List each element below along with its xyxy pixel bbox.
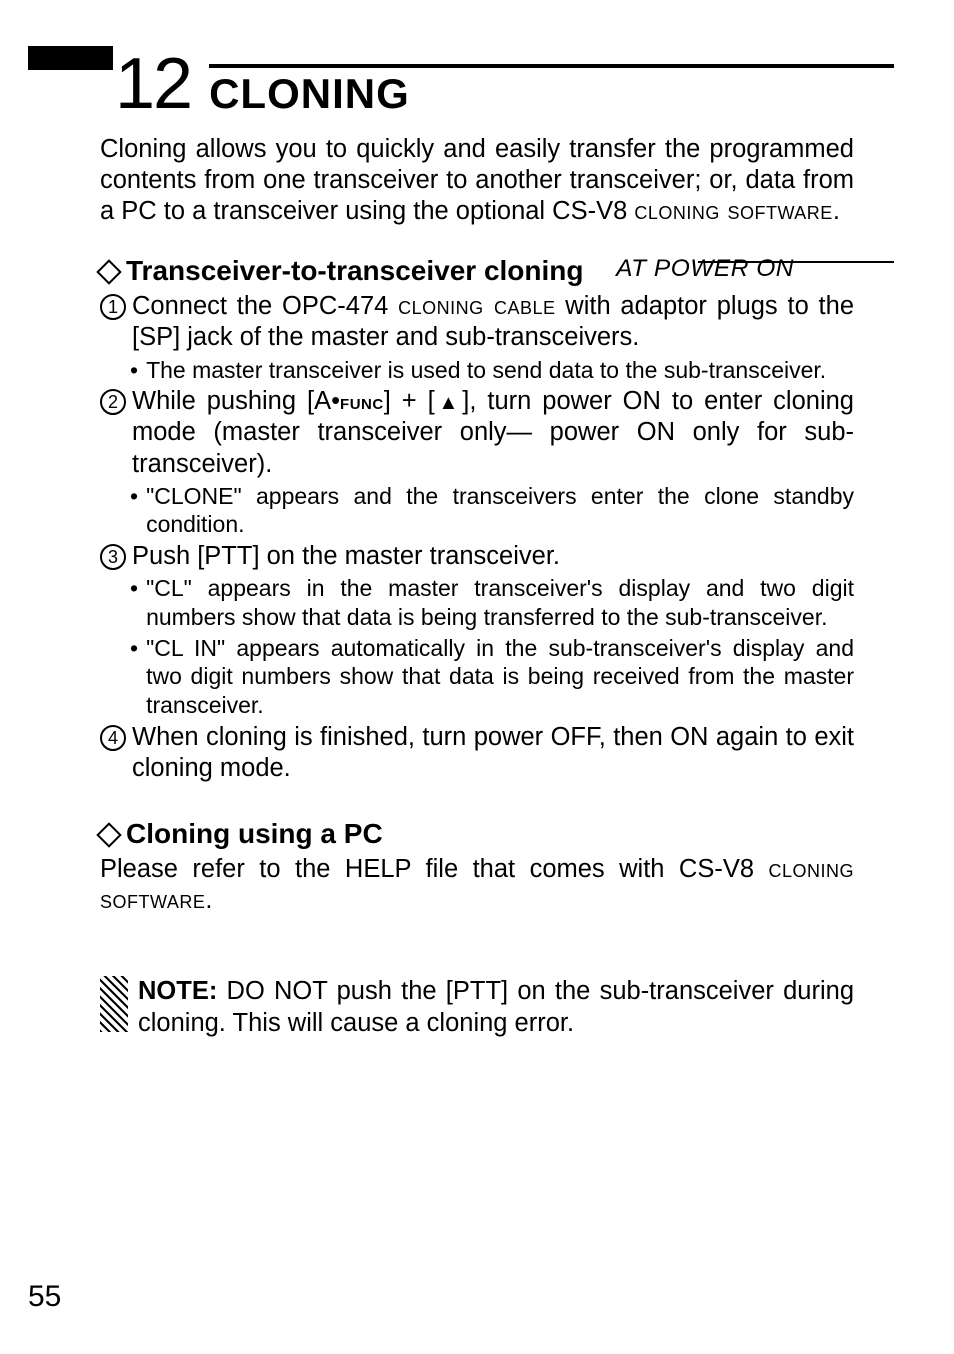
note-body: NOTE: DO NOT push the [PTT] on the sub-t… [138, 976, 854, 1038]
diamond-icon [96, 822, 121, 847]
note-text: DO NOT push the [PTT] on the sub-transce… [138, 977, 854, 1036]
intro-text-b: cloning software [634, 197, 832, 225]
power-on-rule [698, 261, 894, 263]
step1-bullet: • The master transceiver is used to send… [130, 356, 854, 385]
step3-bullet-1: • "CL" appears in the master transceiver… [130, 574, 854, 632]
chapter-title-wrap: CLONING [209, 58, 894, 118]
step-3-body: Push [PTT] on the master transceiver. [132, 541, 854, 572]
intro-text-c: . [833, 197, 840, 225]
section2-c: . [205, 886, 212, 914]
step2-a: While pushing [A• [132, 387, 340, 415]
section-transceiver-cloning: Transceiver-to-transceiver cloning AT PO… [100, 255, 854, 784]
chapter-rule [209, 64, 894, 68]
step-1-body: Connect the OPC-474 cloning cable with a… [132, 291, 854, 353]
circled-number-4: 4 [100, 725, 126, 751]
diamond-icon [96, 260, 121, 285]
bullet-dot: • [130, 634, 138, 663]
step3-bullet-2: • "CL IN" appears automatically in the s… [130, 634, 854, 720]
step-2-body: While pushing [A•func] + [▲], turn power… [132, 386, 854, 479]
power-on-label: AT POWER ON [616, 255, 794, 283]
note-block: NOTE: DO NOT push the [PTT] on the sub-t… [100, 976, 854, 1038]
bullet-dot: • [130, 574, 138, 603]
step-3: 3 Push [PTT] on the master transceiver. [100, 541, 854, 572]
step3-bullet1-text: "CL" appears in the master transceiver's… [146, 574, 854, 632]
manual-page: 12 CLONING Cloning allows you to quickly… [0, 0, 954, 1354]
step1-b: cloning cable [398, 292, 555, 320]
hatch-icon [100, 976, 128, 1032]
chapter-number: 12 [115, 48, 191, 120]
section1-body: 1 Connect the OPC-474 cloning cable with… [100, 291, 854, 784]
circled-number-2: 2 [100, 389, 126, 415]
chapter-heading: 12 CLONING [115, 48, 894, 120]
section1-title: Transceiver-to-transceiver cloning [126, 255, 584, 287]
step3-bullet2-text: "CL IN" appears automatically in the sub… [146, 634, 854, 720]
bullet-dot: • [130, 356, 138, 385]
page-number: 55 [28, 1280, 61, 1314]
step2-bullet: • "CLONE" appears and the transceivers e… [130, 482, 854, 540]
section2-body: Please refer to the HELP file that comes… [100, 854, 854, 916]
circled-number-3: 3 [100, 544, 126, 570]
step2-b: ] + [ [384, 387, 435, 415]
up-triangle-icon: ▲ [435, 392, 463, 414]
section1-head: Transceiver-to-transceiver cloning AT PO… [100, 255, 854, 287]
note-label: NOTE: [138, 977, 217, 1005]
chapter-title: CLONING [209, 70, 894, 118]
intro-paragraph: Cloning allows you to quickly and easily… [100, 134, 854, 227]
step-1: 1 Connect the OPC-474 cloning cable with… [100, 291, 854, 353]
bullet-dot: • [130, 482, 138, 511]
circled-number-1: 1 [100, 294, 126, 320]
step1-a: Connect the OPC-474 [132, 292, 398, 320]
step2-bullet-text: "CLONE" appears and the transceivers ent… [146, 482, 854, 540]
section-pc-cloning: Cloning using a PC Please refer to the H… [100, 818, 854, 916]
step1-bullet-text: The master transceiver is used to send d… [146, 356, 854, 385]
section2-title: Cloning using a PC [126, 818, 383, 850]
step-4-body: When cloning is finished, turn power OFF… [132, 722, 854, 784]
header-block [28, 46, 113, 70]
section2-a: Please refer to the HELP file that comes… [100, 855, 768, 883]
step-4: 4 When cloning is finished, turn power O… [100, 722, 854, 784]
section2-head: Cloning using a PC [100, 818, 854, 850]
step-2: 2 While pushing [A•func] + [▲], turn pow… [100, 386, 854, 479]
func-label: func [340, 389, 384, 414]
